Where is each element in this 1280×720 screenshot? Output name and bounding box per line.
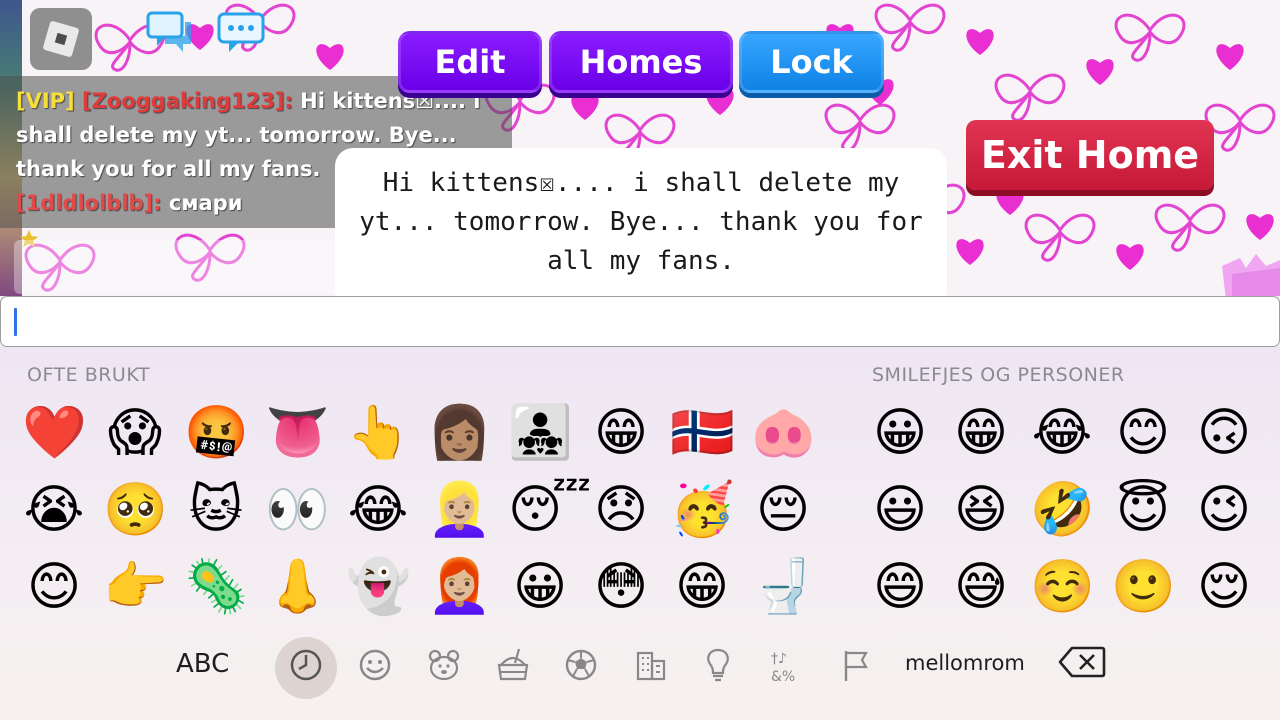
emoji-key-smiley[interactable]: ☺️	[1030, 555, 1095, 619]
emoji-key-frequent[interactable]: 😁	[589, 401, 653, 465]
emoji-key-frequent[interactable]: 😱	[103, 401, 167, 465]
section-smileys-people: SMILEFJES OG PERSONER	[872, 364, 1125, 386]
emoji-key-smiley[interactable]: 🙂	[1111, 555, 1176, 619]
emoji-key-frequent[interactable]: 👩🏼‍🦰	[427, 555, 492, 619]
emoji-key-frequent[interactable]: 😀	[508, 555, 572, 619]
emoji-key-smiley[interactable]: 😁	[949, 401, 1013, 465]
flag-icon[interactable]	[836, 645, 876, 685]
emoji-key-smiley[interactable]: 😉	[1192, 478, 1256, 542]
emoji-key-smiley[interactable]: 😊	[1111, 401, 1175, 465]
emoji-key-smiley[interactable]: 😄	[868, 555, 932, 619]
emoji-key-frequent[interactable]: 😭	[22, 478, 86, 542]
homes-button[interactable]: Homes	[549, 31, 733, 93]
ball-icon[interactable]	[561, 645, 601, 685]
lightbulb-icon[interactable]	[698, 645, 738, 685]
emoji-key-frequent[interactable]: 👩🏽	[427, 401, 492, 465]
emoji-key-frequent[interactable]: 😴	[508, 478, 591, 542]
emoji-key-frequent[interactable]: ❤️	[22, 401, 87, 465]
emoji-key-frequent[interactable]: 😔	[751, 478, 815, 542]
section-frequently-used: OFTE BRUKT	[27, 364, 150, 386]
svg-text:&%: &%	[771, 669, 795, 685]
game-viewport[interactable]: [VIP] [Zooggaking123]: Hi kittens☒.... i…	[0, 0, 1280, 296]
exit-home-button[interactable]: Exit Home	[966, 120, 1214, 190]
backspace-icon[interactable]	[1058, 645, 1106, 679]
edit-button[interactable]: Edit	[398, 31, 542, 93]
emoji-key-smiley[interactable]: 🙃	[1192, 401, 1256, 465]
emoji-key-frequent[interactable]: 😂	[346, 478, 410, 542]
emoji-key-smiley[interactable]: 😀	[868, 401, 932, 465]
svg-text:†♪: †♪	[771, 651, 787, 667]
chat-username[interactable]: [1dldlolblb]:	[16, 191, 162, 215]
emoji-key-frequent[interactable]: 👀	[265, 478, 330, 542]
emoji-key-frequent[interactable]: 🐱	[184, 478, 248, 542]
animal-icon[interactable]	[424, 645, 464, 685]
abc-key[interactable]: ABC	[176, 649, 229, 679]
emoji-key-frequent[interactable]: 👃	[265, 555, 330, 619]
lock-button[interactable]: Lock	[739, 31, 884, 93]
emoji-key-frequent[interactable]: 😞	[589, 478, 653, 542]
chat-text: смари	[161, 191, 243, 215]
emoji-key-smiley[interactable]: 😂	[1030, 401, 1094, 465]
speech-bubble-text: Hi kittens☒.... i shall delete my yt... …	[359, 168, 923, 276]
emoji-key-frequent[interactable]: 🥺	[103, 478, 168, 542]
roblox-menu-icon[interactable]	[30, 8, 92, 70]
emoji-key-frequent[interactable]: 🥳	[670, 478, 735, 542]
vip-tag: [VIP]	[16, 89, 75, 113]
emoji-key-frequent[interactable]: 👨‍👧‍👧	[508, 401, 573, 465]
emoji-key-smiley[interactable]: 😅	[949, 555, 1013, 619]
emoji-key-frequent[interactable]: 👻	[346, 555, 411, 619]
chat-icon[interactable]	[215, 10, 267, 56]
emoji-key-frequent[interactable]: 👉	[103, 555, 168, 619]
emoji-key-smiley[interactable]: 😆	[949, 478, 1013, 542]
text-caret	[14, 308, 17, 336]
food-icon[interactable]	[493, 645, 533, 685]
space-key[interactable]: mellomrom	[905, 651, 1025, 675]
chat-username[interactable]: [Zooggaking123]:	[82, 89, 293, 113]
keyboard-toolbar: ABC †♪ &% mellomrom	[0, 637, 1280, 703]
symbols-icon[interactable]: †♪ &%	[767, 645, 807, 685]
emoji-key-frequent[interactable]: 🚽	[751, 555, 816, 619]
smiley-icon[interactable]	[355, 645, 395, 685]
emoji-key-smiley[interactable]: 🤣	[1030, 478, 1095, 542]
message-input[interactable]	[0, 296, 1280, 347]
recent-icon[interactable]	[286, 645, 326, 685]
emoji-key-frequent[interactable]: 🇳🇴	[670, 401, 735, 465]
building-icon[interactable]	[630, 645, 670, 685]
emoji-key-frequent[interactable]: 😳	[589, 555, 653, 619]
emoji-key-frequent[interactable]: 🐽	[751, 401, 816, 465]
emoji-key-frequent[interactable]: 👱🏼‍♀️	[427, 478, 492, 542]
emoji-key-smiley[interactable]: 😌	[1192, 555, 1256, 619]
emoji-key-frequent[interactable]: 🦠	[184, 555, 249, 619]
emoji-key-smiley[interactable]: 😇	[1111, 478, 1175, 542]
pink-object	[1222, 254, 1280, 296]
emoji-key-frequent[interactable]: 👅	[265, 401, 330, 465]
chat-bubbles-icon[interactable]	[145, 10, 197, 56]
emoji-key-frequent[interactable]: 👆	[346, 401, 411, 465]
emoji-key-smiley[interactable]: 😃	[868, 478, 932, 542]
emoji-key-frequent[interactable]: 🤬	[184, 401, 249, 465]
emoji-key-frequent[interactable]: 😁	[670, 555, 734, 619]
emoji-key-frequent[interactable]: 😊	[22, 555, 86, 619]
emoji-keyboard: OFTE BRUKT SMILEFJES OG PERSONER ❤️ 😱 🤬 👅 👆 👩…	[0, 347, 1280, 720]
